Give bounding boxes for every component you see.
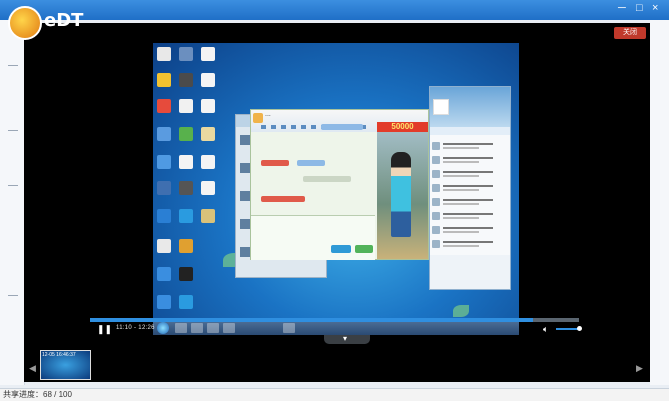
strip-prev-icon[interactable]: ◀ (29, 363, 36, 374)
desktop-icon (157, 73, 171, 87)
volume-knob[interactable] (576, 326, 582, 331)
contact-avatar (253, 113, 263, 123)
photo-banner: 50000 (377, 122, 428, 132)
desktop-icon (201, 127, 215, 141)
pause-button[interactable]: ❚❚ (97, 324, 112, 334)
desktop-icon (201, 155, 215, 169)
chat-message (261, 160, 289, 166)
chat-message (261, 196, 305, 202)
app-sidebar (0, 20, 25, 385)
start-orb-icon (157, 322, 169, 334)
close-player-button[interactable]: 关闭 (614, 27, 646, 39)
playback-progress-bar[interactable] (90, 318, 579, 322)
maximize-button[interactable]: □ (636, 2, 643, 14)
replay-thumbnail[interactable]: 12-05 16:46:37 (40, 350, 91, 380)
desktop-icon (201, 209, 215, 223)
replay-player: 关闭 ... 50000 ❚❚ 11:10 - 12:26 🔈︎ ▾ ◀ 12-… (24, 23, 650, 382)
desktop-icon (201, 181, 215, 195)
sidebar-item[interactable] (8, 295, 18, 296)
desktop-icon (157, 239, 171, 253)
volume-icon[interactable]: 🔈︎ (543, 324, 548, 334)
desktop-icon (179, 209, 193, 223)
desktop-icon (179, 99, 193, 113)
playback-progress-fill (90, 318, 533, 322)
minimize-button[interactable]: ─ (618, 2, 626, 14)
chat-message (321, 124, 363, 130)
desktop-icon (157, 181, 171, 195)
sidebar-item[interactable] (8, 185, 18, 186)
wallpaper-leaf (453, 305, 469, 317)
close-window-button[interactable]: × (652, 2, 658, 14)
app-logo-icon (8, 6, 42, 40)
desktop-icon (179, 73, 193, 87)
chat-window: ... 50000 (250, 109, 429, 260)
contact-photo: 50000 (377, 122, 428, 259)
desktop-icon (179, 181, 193, 195)
replayed-desktop: ... 50000 (153, 43, 519, 335)
desktop-icon (179, 47, 193, 61)
desktop-icon (157, 155, 171, 169)
user-avatar (433, 99, 449, 115)
app-titlebar: ─ □ × (0, 0, 669, 20)
desktop-icon (201, 47, 215, 61)
taskbar (153, 321, 519, 335)
chat-message (297, 160, 325, 166)
collapse-strip-button[interactable]: ▾ (324, 334, 370, 344)
chevron-down-icon: ▾ (343, 334, 348, 343)
desktop-icon (157, 99, 171, 113)
desktop-icon (157, 127, 171, 141)
chat-title: ... (265, 111, 271, 118)
chat-send-button (331, 245, 351, 253)
volume-slider[interactable] (556, 326, 582, 331)
desktop-icon (201, 73, 215, 87)
desktop-icon (179, 295, 193, 309)
desktop-icon (201, 99, 215, 113)
chat-input (251, 215, 375, 260)
app-right-panel (650, 20, 669, 385)
status-bar: 共享进度：68 / 100 (0, 388, 669, 401)
desktop-icon (179, 267, 193, 281)
app-brand: eDT (44, 10, 84, 31)
desktop-icon (157, 267, 171, 281)
thumbnail-label: 12-05 16:46:37 (42, 352, 76, 358)
desktop-icon (157, 209, 171, 223)
playback-time: 11:10 - 12:26 (116, 325, 155, 331)
desktop-icon (157, 295, 171, 309)
strip-next-icon[interactable]: ▶ (636, 363, 643, 374)
chat-close-button (355, 245, 373, 253)
sidebar-item[interactable] (8, 130, 18, 131)
chat-message (303, 176, 351, 182)
desktop-icon (179, 155, 193, 169)
sidebar-item[interactable] (8, 65, 18, 66)
desktop-icon (179, 127, 193, 141)
desktop-icon (179, 239, 193, 253)
desktop-icon (157, 47, 171, 61)
buddy-list-window (429, 86, 511, 290)
